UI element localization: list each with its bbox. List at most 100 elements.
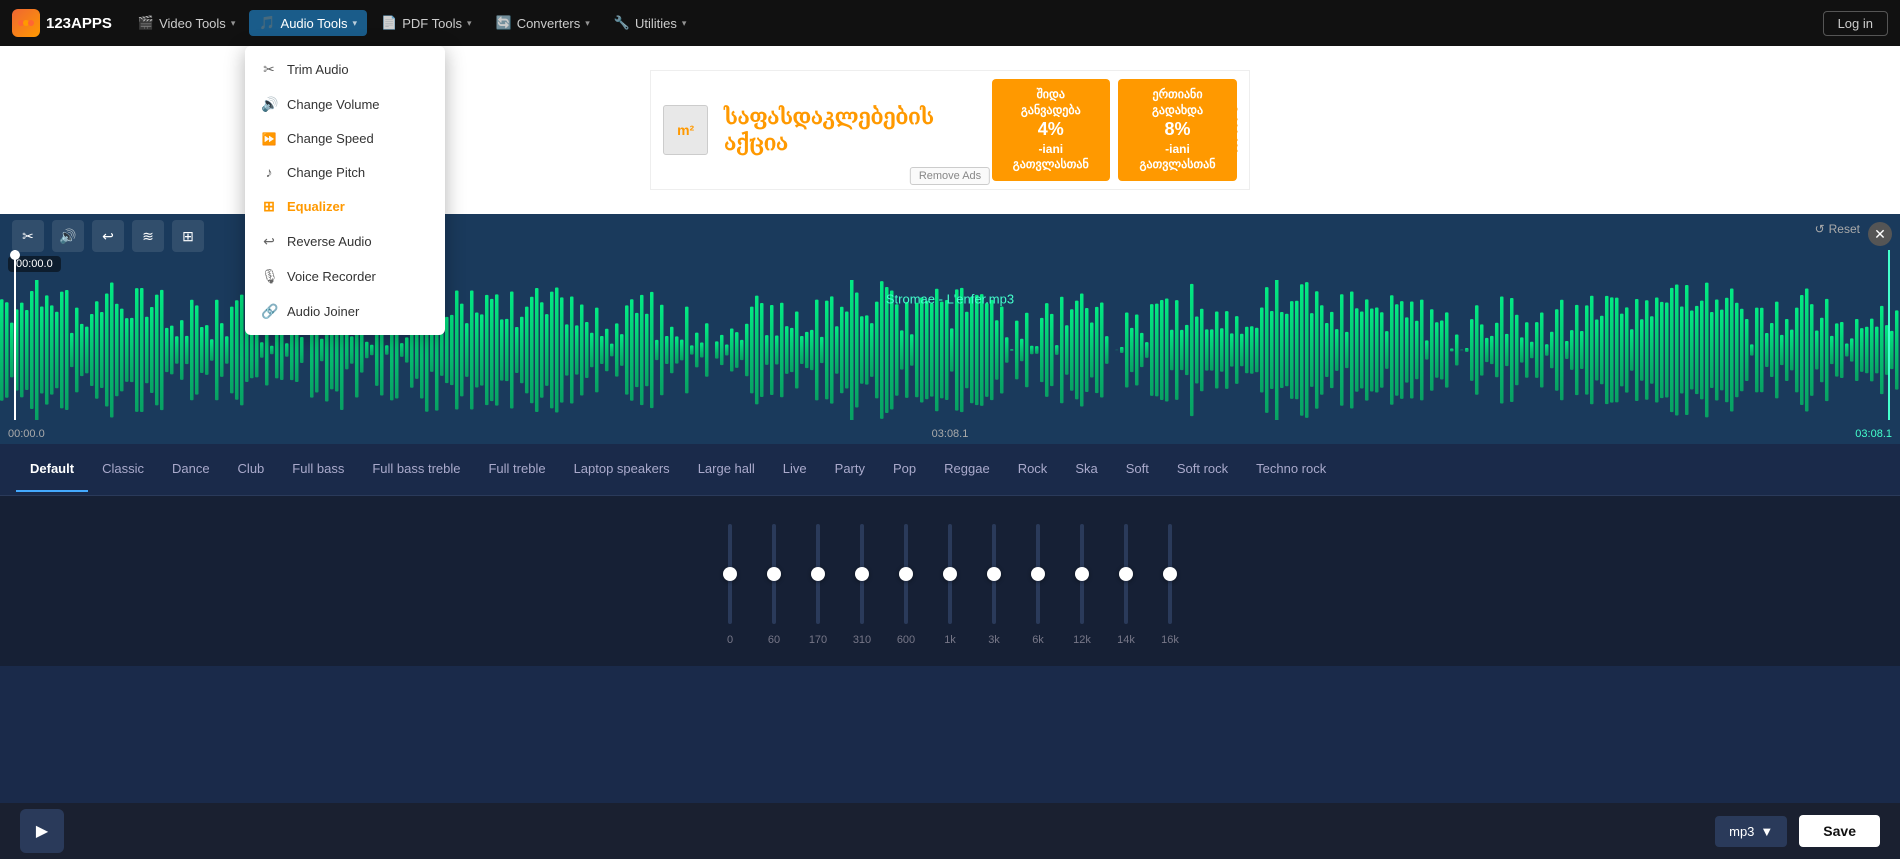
band-label-170: 170: [809, 634, 827, 646]
eq-preset-soft-rock[interactable]: Soft rock: [1163, 447, 1242, 492]
ad-logo-icon: m²: [663, 105, 708, 155]
slider-track-0[interactable]: [728, 524, 732, 624]
dropdown-item-change-pitch[interactable]: ♪ Change Pitch: [245, 155, 445, 189]
right-indicator: [1888, 250, 1890, 420]
chevron-down-icon-util: ▾: [682, 18, 687, 29]
eq-preset-large-hall[interactable]: Large hall: [684, 447, 769, 492]
slider-track-310[interactable]: [860, 524, 864, 624]
eq-preset-reggae[interactable]: Reggae: [930, 447, 1004, 492]
ad-badge-1: შიდა განვადება 4% -iani გათვლასთან: [992, 79, 1110, 181]
nav-item-utilities-label: Utilities: [635, 16, 677, 31]
format-label: mp3: [1729, 824, 1754, 839]
slider-track-3k[interactable]: [992, 524, 996, 624]
eq-preset-ska[interactable]: Ska: [1061, 447, 1111, 492]
play-button[interactable]: ▶: [20, 809, 64, 853]
remove-ads-button[interactable]: Remove Ads: [910, 167, 990, 185]
eq-preset-full-treble[interactable]: Full treble: [474, 447, 559, 492]
band-label-3k: 3k: [988, 634, 1000, 646]
dropdown-item-trim-audio[interactable]: ✂ Trim Audio: [245, 52, 445, 87]
ad-text: საფასდაკლებების აქცია: [724, 104, 975, 156]
chevron-down-icon-pdf: ▾: [467, 18, 472, 29]
eq-band-6k: 6k: [1016, 524, 1060, 646]
slider-track-16k[interactable]: [1168, 524, 1172, 624]
eq-preset-full-bass-treble[interactable]: Full bass treble: [358, 447, 474, 492]
equalizer-icon: ⊞: [261, 198, 277, 215]
slider-thumb-60[interactable]: [767, 567, 781, 581]
navbar: 123APPS 🎬 Video Tools ▾ 🎵 Audio Tools ▾ …: [0, 0, 1900, 46]
waveform-type-button[interactable]: ≋: [132, 220, 164, 252]
slider-track-14k[interactable]: [1124, 524, 1128, 624]
play-icon: ▶: [36, 821, 48, 841]
eq-preset-party[interactable]: Party: [821, 447, 879, 492]
save-button[interactable]: Save: [1799, 815, 1880, 847]
dropdown-item-voice-recorder[interactable]: 🎙 Voice Recorder: [245, 259, 445, 294]
nav-item-converters[interactable]: 🔄 Converters ▾: [486, 10, 600, 36]
eq-preset-pop[interactable]: Pop: [879, 447, 930, 492]
slider-thumb-12k[interactable]: [1075, 567, 1089, 581]
chevron-down-icon: ▾: [231, 18, 236, 29]
eq-preset-full-bass[interactable]: Full bass: [278, 447, 358, 492]
ad-content: m² საფასდაკლებების აქცია შიდა განვადება …: [650, 70, 1250, 190]
slider-thumb-6k[interactable]: [1031, 567, 1045, 581]
eq-preset-techno-rock[interactable]: Techno rock: [1242, 447, 1340, 492]
slider-thumb-16k[interactable]: [1163, 567, 1177, 581]
eq-band-600: 600: [884, 524, 928, 646]
eq-presets: DefaultClassicDanceClubFull bassFull bas…: [0, 444, 1900, 496]
slider-track-170[interactable]: [816, 524, 820, 624]
slider-thumb-0[interactable]: [723, 567, 737, 581]
audio-joiner-icon: 🔗: [261, 303, 277, 320]
eq-band-170: 170: [796, 524, 840, 646]
nav-item-converters-label: Converters: [517, 16, 581, 31]
slider-track-12k[interactable]: [1080, 524, 1084, 624]
nav-item-utilities[interactable]: 🔧 Utilities ▾: [604, 10, 697, 36]
band-label-1k: 1k: [944, 634, 956, 646]
eq-band-1k: 1k: [928, 524, 972, 646]
eq-preset-dance[interactable]: Dance: [158, 447, 224, 492]
nav-item-pdf-tools[interactable]: 📄 PDF Tools ▾: [371, 10, 481, 36]
dropdown-item-pitch-label: Change Pitch: [287, 165, 365, 180]
slider-thumb-14k[interactable]: [1119, 567, 1133, 581]
eq-sliders-container: 0601703106001k3k6k12k14k16k: [0, 496, 1900, 666]
slider-thumb-1k[interactable]: [943, 567, 957, 581]
dropdown-item-equalizer[interactable]: ⊞ Equalizer: [245, 189, 445, 224]
eq-preset-classic[interactable]: Classic: [88, 447, 158, 492]
eq-button[interactable]: ⊞: [172, 220, 204, 252]
dropdown-item-change-speed[interactable]: ⏩ Change Speed: [245, 122, 445, 155]
dropdown-item-change-volume[interactable]: 🔊 Change Volume: [245, 87, 445, 122]
cut-button[interactable]: ✂: [12, 220, 44, 252]
slider-track-60[interactable]: [772, 524, 776, 624]
nav-item-video-tools[interactable]: 🎬 Video Tools ▾: [128, 10, 245, 36]
dropdown-item-audio-joiner[interactable]: 🔗 Audio Joiner: [245, 294, 445, 329]
band-label-0: 0: [727, 634, 733, 646]
eq-preset-club[interactable]: Club: [224, 447, 279, 492]
undo-button[interactable]: ↩: [92, 220, 124, 252]
band-label-16k: 16k: [1161, 634, 1179, 646]
change-volume-icon: 🔊: [261, 96, 277, 113]
eq-preset-live[interactable]: Live: [769, 447, 821, 492]
format-selector[interactable]: mp3 ▼: [1715, 816, 1787, 847]
eq-preset-rock[interactable]: Rock: [1004, 447, 1062, 492]
eq-preset-default[interactable]: Default: [16, 447, 88, 492]
slider-thumb-600[interactable]: [899, 567, 913, 581]
volume-button[interactable]: 🔊: [52, 220, 84, 252]
slider-thumb-310[interactable]: [855, 567, 869, 581]
login-button[interactable]: Log in: [1823, 11, 1888, 36]
eq-preset-laptop-speakers[interactable]: Laptop speakers: [560, 447, 684, 492]
band-label-14k: 14k: [1117, 634, 1135, 646]
slider-track-1k[interactable]: [948, 524, 952, 624]
slider-thumb-3k[interactable]: [987, 567, 1001, 581]
dropdown-item-reverse-audio[interactable]: ↩ Reverse Audio: [245, 224, 445, 259]
app-logo[interactable]: 123APPS: [12, 9, 112, 37]
slider-track-600[interactable]: [904, 524, 908, 624]
eq-band-310: 310: [840, 524, 884, 646]
time-mid-label: 03:08.1: [932, 428, 969, 440]
slider-track-6k[interactable]: [1036, 524, 1040, 624]
logo-text: 123APPS: [46, 15, 112, 32]
band-label-12k: 12k: [1073, 634, 1091, 646]
ad-side-number: 2 444 111: [1227, 106, 1239, 154]
slider-thumb-170[interactable]: [811, 567, 825, 581]
eq-band-16k: 16k: [1148, 524, 1192, 646]
navbar-right: Log in: [1823, 11, 1888, 36]
nav-item-audio-tools[interactable]: 🎵 Audio Tools ▾: [249, 10, 367, 36]
eq-preset-soft[interactable]: Soft: [1112, 447, 1163, 492]
